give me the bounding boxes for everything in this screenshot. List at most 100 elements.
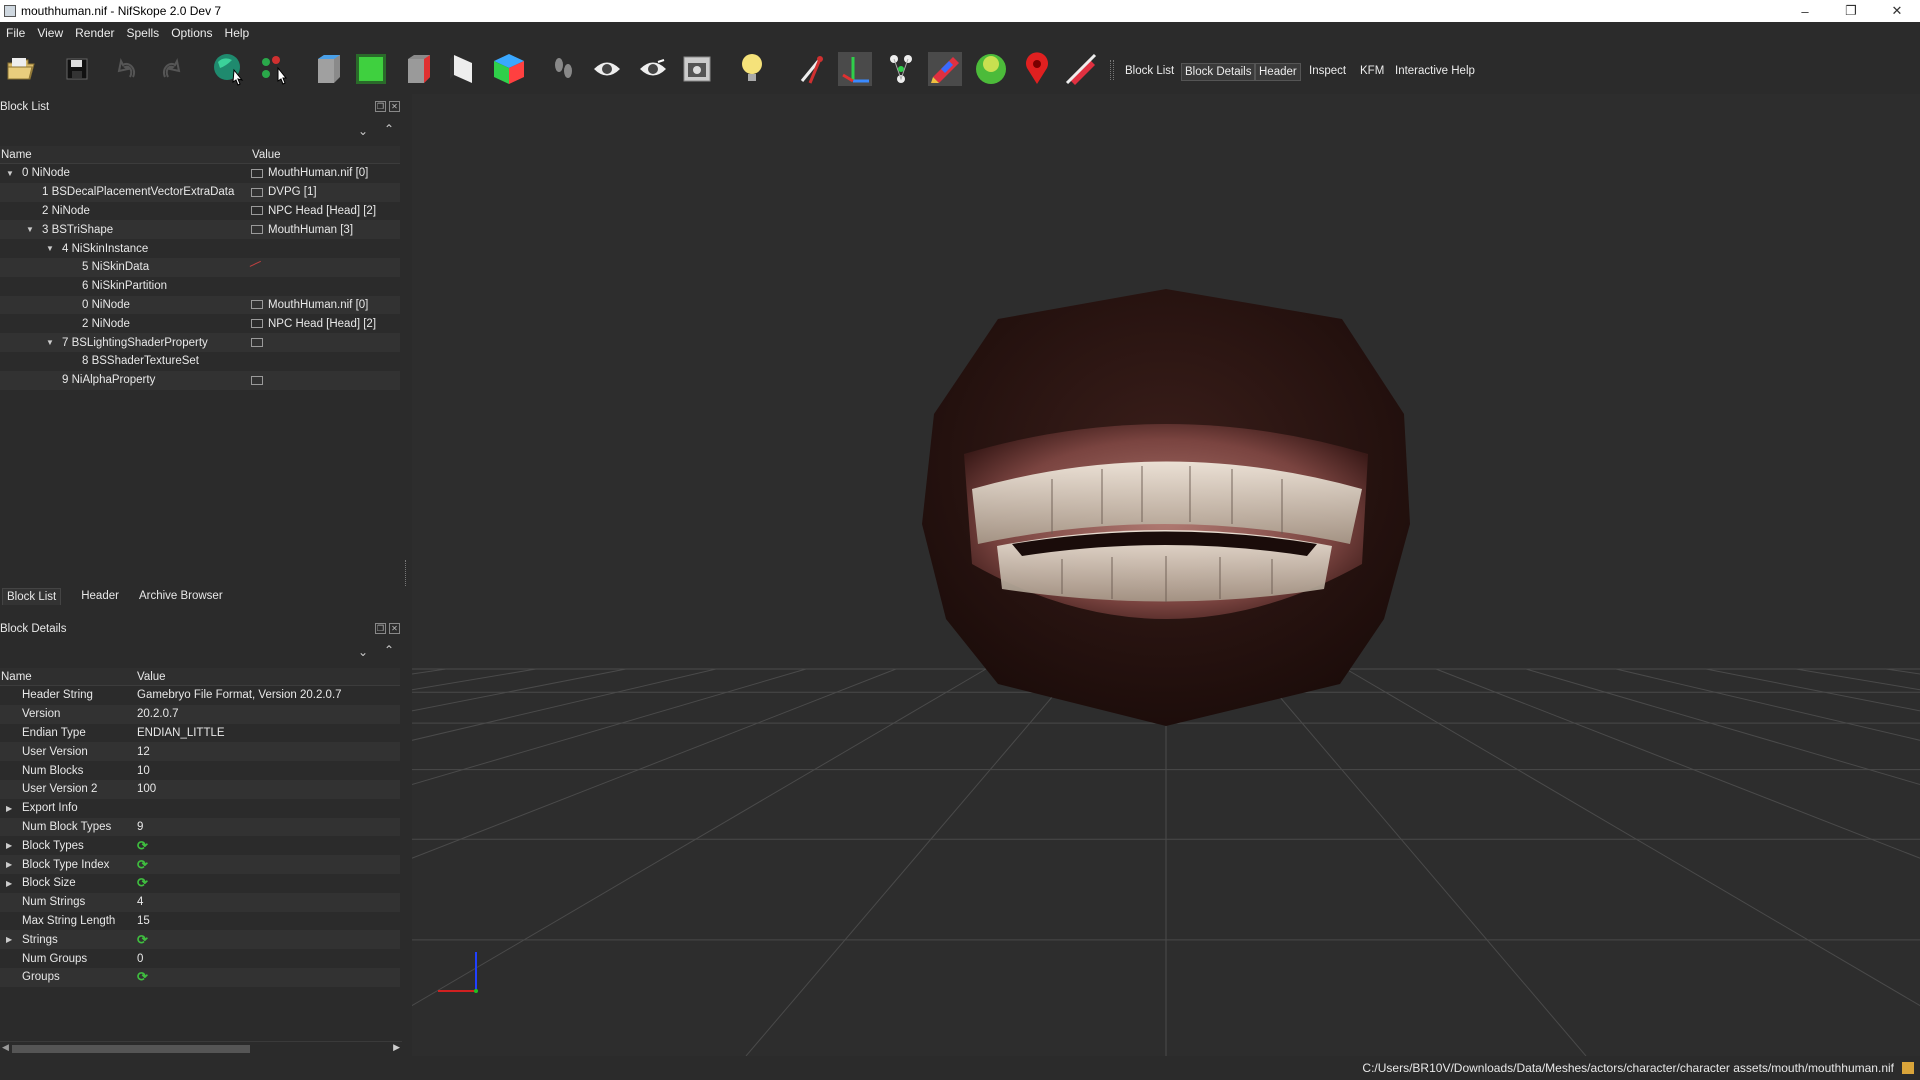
detail-row[interactable]: ▶ Export Info <box>0 799 400 818</box>
block-list-row[interactable]: 0 NiNode MouthHuman.nif [0] <box>0 295 400 315</box>
screenshot-icon[interactable] <box>680 52 714 86</box>
detail-row[interactable]: Max String Length 15 <box>0 912 400 931</box>
minimize-button[interactable]: – <box>1782 0 1828 22</box>
select-globe-icon[interactable] <box>212 52 246 86</box>
field-value[interactable]: 12 <box>137 746 150 758</box>
toolbar-kfm-button[interactable]: KFM <box>1357 63 1387 79</box>
block-list-row[interactable]: 2 NiNode NPC Head [Head] [2] <box>0 314 400 333</box>
block-list-row[interactable]: ▼ 3 BSTriShape MouthHuman [3] <box>0 220 400 240</box>
scrollbar-thumb[interactable] <box>12 1045 250 1053</box>
walk-icon[interactable] <box>546 52 580 86</box>
view-front-icon[interactable] <box>310 52 344 86</box>
redo-icon[interactable] <box>154 52 188 86</box>
field-value[interactable]: 4 <box>137 896 143 908</box>
expand-all-icon[interactable]: ⌃ <box>384 122 394 136</box>
detail-row[interactable]: User Version 12 <box>0 742 400 762</box>
refresh-icon[interactable]: ⟳ <box>137 875 148 891</box>
menu-spells[interactable]: Spells <box>121 26 166 40</box>
view-top-icon[interactable] <box>354 52 388 86</box>
refresh-icon[interactable]: ⟳ <box>137 857 148 873</box>
collapse-all-icon[interactable]: ⌄ <box>358 124 368 138</box>
expand-arrow-icon[interactable]: ▼ <box>26 225 34 234</box>
axes-icon[interactable] <box>838 52 872 86</box>
scroll-right-icon[interactable]: ▶ <box>393 1042 400 1053</box>
toolbar-interactive-help-button[interactable]: Interactive Help <box>1392 63 1478 79</box>
undock-icon[interactable]: ❐ <box>375 101 386 112</box>
detail-row[interactable]: User Version 2 100 <box>0 779 400 799</box>
detail-row[interactable]: Version 20.2.0.7 <box>0 704 400 724</box>
marker-icon[interactable] <box>1020 52 1054 86</box>
expand-arrow-icon[interactable]: ▶ <box>6 879 12 888</box>
expand-arrow-icon[interactable]: ▶ <box>6 860 12 869</box>
column-name[interactable]: Name <box>0 668 136 685</box>
toolbar-inspect-button[interactable]: Inspect <box>1306 63 1349 79</box>
refresh-icon[interactable]: ⟳ <box>137 932 148 948</box>
detail-row[interactable]: Num Groups 0 <box>0 949 400 968</box>
field-value[interactable]: ⟳ <box>137 838 148 854</box>
menu-help[interactable]: Help <box>219 26 256 40</box>
toolbar-block-list-button[interactable]: Block List <box>1122 63 1177 79</box>
detail-row[interactable]: Groups ⟳ <box>0 967 400 987</box>
tab-block-list[interactable]: Block List <box>2 587 62 605</box>
close-panel-icon[interactable]: ✕ <box>389 101 400 112</box>
field-value[interactable]: ⟳ <box>137 875 148 891</box>
field-value[interactable]: ⟳ <box>137 857 148 873</box>
detail-row[interactable]: Num Strings 4 <box>0 892 400 912</box>
node-graph-icon[interactable] <box>884 52 918 86</box>
detail-row[interactable]: ▶ Strings ⟳ <box>0 930 400 950</box>
column-name[interactable]: Name <box>0 146 251 163</box>
block-list-row[interactable]: ▼ 0 NiNode MouthHuman.nif [0] <box>0 164 400 183</box>
detail-row[interactable]: Num Blocks 10 <box>0 761 400 780</box>
horizontal-scrollbar[interactable]: ◀ ▶ <box>0 1041 402 1055</box>
field-value[interactable]: 100 <box>137 783 156 795</box>
expand-all-icon[interactable]: ⌃ <box>384 643 394 657</box>
menu-options[interactable]: Options <box>165 26 218 40</box>
view-user-icon[interactable] <box>492 52 526 86</box>
eye-icon[interactable] <box>590 52 624 86</box>
expand-arrow-icon[interactable]: ▼ <box>6 169 14 178</box>
save-disk-icon[interactable] <box>60 52 94 86</box>
menu-file[interactable]: File <box>0 26 31 40</box>
field-value[interactable]: 15 <box>137 915 150 927</box>
block-list-row[interactable]: 8 BSShaderTextureSet <box>0 352 400 371</box>
block-list-row[interactable]: 5 NiSkinData <box>0 257 400 277</box>
close-button[interactable]: ✕ <box>1874 0 1920 22</box>
eye-flip-icon[interactable] <box>636 52 670 86</box>
expand-arrow-icon[interactable]: ▶ <box>6 935 12 944</box>
pin-icon[interactable] <box>796 52 830 86</box>
tab-header[interactable]: Header <box>81 590 119 602</box>
detail-row[interactable]: Num Block Types 9 <box>0 817 400 837</box>
collapse-all-icon[interactable]: ⌄ <box>358 645 368 659</box>
view-flip-icon[interactable] <box>446 52 480 86</box>
block-list-row[interactable]: 2 NiNode NPC Head [Head] [2] <box>0 202 400 221</box>
block-list-row[interactable]: 9 NiAlphaProperty <box>0 370 400 390</box>
close-panel-icon[interactable]: ✕ <box>389 623 400 634</box>
view-side-icon[interactable] <box>400 52 434 86</box>
undock-icon[interactable]: ❐ <box>375 623 386 634</box>
refresh-icon[interactable]: ⟳ <box>137 969 148 985</box>
menu-render[interactable]: Render <box>69 26 120 40</box>
render-viewport[interactable] <box>412 94 1920 1056</box>
open-folder-icon[interactable] <box>4 52 38 86</box>
detail-row[interactable]: ▶ Block Types ⟳ <box>0 836 400 855</box>
detail-row[interactable]: ▶ Block Size ⟳ <box>0 874 400 893</box>
field-value[interactable]: 0 <box>137 953 143 965</box>
expand-arrow-icon[interactable]: ▶ <box>6 841 12 850</box>
field-value[interactable]: Gamebryo File Format, Version 20.2.0.7 <box>137 689 342 701</box>
expand-arrow-icon[interactable]: ▼ <box>46 338 54 347</box>
block-list-row[interactable]: ▼ 7 BSLightingShaderProperty <box>0 333 400 352</box>
texture-pencil-icon[interactable] <box>928 52 962 86</box>
toolbar-block-details-button[interactable]: Block Details <box>1181 63 1256 81</box>
refresh-icon[interactable]: ⟳ <box>137 838 148 854</box>
lighting-sphere-icon[interactable] <box>974 52 1008 86</box>
expand-arrow-icon[interactable]: ▶ <box>6 804 12 813</box>
column-value[interactable]: Value <box>136 668 166 685</box>
field-value[interactable]: 10 <box>137 765 150 777</box>
detail-row[interactable]: Endian Type ENDIAN_LITTLE <box>0 724 400 743</box>
field-value[interactable]: ⟳ <box>137 969 148 985</box>
field-value[interactable]: ENDIAN_LITTLE <box>137 727 225 739</box>
detail-row[interactable]: ▶ Block Type Index ⟳ <box>0 855 400 874</box>
field-value[interactable]: 20.2.0.7 <box>137 708 179 720</box>
select-nodes-icon[interactable] <box>258 52 292 86</box>
vertex-off-icon[interactable] <box>1064 52 1098 86</box>
